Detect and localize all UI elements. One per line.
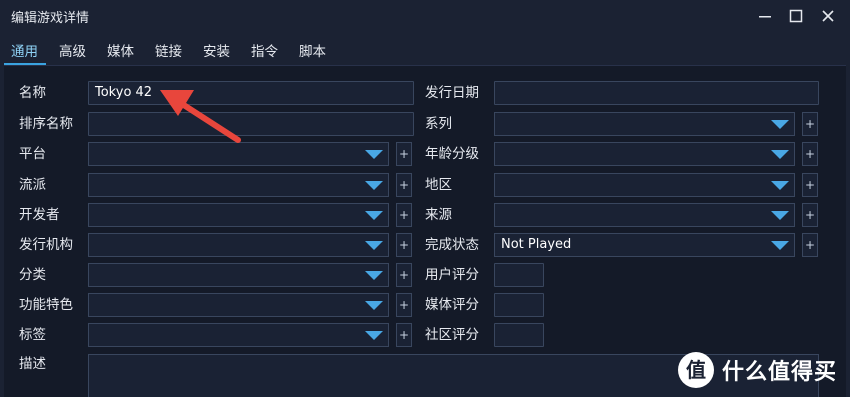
add-category-button[interactable]: + bbox=[396, 263, 412, 287]
chevron-down-icon bbox=[771, 241, 789, 250]
add-region-button[interactable]: + bbox=[802, 173, 818, 197]
source-label: 来源 bbox=[425, 207, 452, 223]
plus-icon: + bbox=[804, 238, 816, 252]
platform-label: 平台 bbox=[19, 146, 46, 162]
add-developer-button[interactable]: + bbox=[396, 203, 412, 227]
age-rating-dropdown[interactable] bbox=[494, 142, 795, 166]
series-label: 系列 bbox=[425, 116, 452, 132]
user-score-label: 用户评分 bbox=[425, 267, 479, 283]
close-button[interactable] bbox=[815, 4, 841, 28]
tab-commands[interactable]: 指令 bbox=[251, 40, 278, 60]
critic-score-input[interactable] bbox=[494, 293, 544, 317]
publisher-label: 发行机构 bbox=[19, 237, 73, 253]
watermark-badge-text: 值 bbox=[686, 358, 706, 382]
tags-label: 标签 bbox=[19, 327, 46, 343]
plus-icon: + bbox=[398, 238, 410, 252]
sort-name-label: 排序名称 bbox=[19, 116, 73, 132]
category-label: 分类 bbox=[19, 267, 46, 283]
chevron-down-icon bbox=[365, 331, 383, 340]
maximize-button[interactable] bbox=[783, 4, 809, 28]
plus-icon: + bbox=[398, 208, 410, 222]
add-series-button[interactable]: + bbox=[802, 112, 818, 136]
plus-icon: + bbox=[398, 328, 410, 342]
description-label: 描述 bbox=[19, 356, 46, 372]
chevron-down-icon bbox=[365, 241, 383, 250]
plus-icon: + bbox=[398, 298, 410, 312]
add-publisher-button[interactable]: + bbox=[396, 233, 412, 257]
source-dropdown[interactable] bbox=[494, 203, 795, 227]
age-rating-label: 年龄分级 bbox=[425, 146, 479, 162]
chevron-down-icon bbox=[365, 301, 383, 310]
name-label: 名称 bbox=[19, 85, 46, 101]
watermark: 值 什么值得买 bbox=[678, 350, 848, 390]
add-genre-button[interactable]: + bbox=[396, 173, 412, 197]
watermark-text: 什么值得买 bbox=[722, 360, 838, 385]
plus-icon: + bbox=[804, 117, 816, 131]
minimize-icon bbox=[759, 16, 771, 18]
chevron-down-icon bbox=[771, 120, 789, 129]
tab-bar: 通用 高级 媒体 链接 安装 指令 脚本 bbox=[0, 36, 850, 65]
chevron-down-icon bbox=[365, 271, 383, 280]
community-score-input[interactable] bbox=[494, 323, 544, 347]
chevron-down-icon bbox=[771, 181, 789, 190]
publisher-dropdown[interactable] bbox=[88, 233, 389, 257]
plus-icon: + bbox=[398, 147, 410, 161]
completion-status-value: Not Played bbox=[501, 237, 572, 252]
plus-icon: + bbox=[804, 178, 816, 192]
title-bar: 编辑游戏详情 bbox=[0, 0, 850, 32]
user-score-input[interactable] bbox=[494, 263, 544, 287]
tab-general[interactable]: 通用 bbox=[11, 40, 38, 60]
developer-dropdown[interactable] bbox=[88, 203, 389, 227]
watermark-logo-icon: 值 bbox=[678, 352, 714, 388]
tab-scripts[interactable]: 脚本 bbox=[299, 40, 326, 60]
sort-name-input[interactable] bbox=[88, 112, 414, 136]
chevron-down-icon bbox=[365, 181, 383, 190]
chevron-down-icon bbox=[365, 211, 383, 220]
maximize-icon bbox=[789, 9, 803, 23]
close-icon bbox=[822, 10, 834, 22]
tags-dropdown[interactable] bbox=[88, 323, 389, 347]
add-feature-button[interactable]: + bbox=[396, 293, 412, 317]
chevron-down-icon bbox=[771, 150, 789, 159]
genre-label: 流派 bbox=[19, 177, 46, 193]
chevron-down-icon bbox=[771, 211, 789, 220]
completion-status-label: 完成状态 bbox=[425, 237, 479, 253]
community-score-label: 社区评分 bbox=[425, 327, 479, 343]
plus-icon: + bbox=[398, 178, 410, 192]
plus-icon: + bbox=[804, 208, 816, 222]
developer-label: 开发者 bbox=[19, 207, 60, 223]
completion-status-dropdown[interactable]: Not Played bbox=[494, 233, 795, 257]
add-completion-status-button[interactable]: + bbox=[802, 233, 818, 257]
region-dropdown[interactable] bbox=[494, 173, 795, 197]
add-tag-button[interactable]: + bbox=[396, 323, 412, 347]
category-dropdown[interactable] bbox=[88, 263, 389, 287]
plus-icon: + bbox=[398, 268, 410, 282]
annotation-arrow-icon bbox=[160, 90, 241, 143]
add-source-button[interactable]: + bbox=[802, 203, 818, 227]
features-label: 功能特色 bbox=[19, 297, 73, 313]
tab-links[interactable]: 链接 bbox=[155, 40, 182, 60]
chevron-down-icon bbox=[365, 150, 383, 159]
tab-advanced[interactable]: 高级 bbox=[59, 40, 86, 60]
name-input[interactable]: Tokyo 42 bbox=[88, 81, 414, 105]
release-date-input[interactable] bbox=[494, 81, 819, 105]
genre-dropdown[interactable] bbox=[88, 173, 389, 197]
release-date-label: 发行日期 bbox=[425, 85, 479, 101]
tab-media[interactable]: 媒体 bbox=[107, 40, 134, 60]
tab-install[interactable]: 安装 bbox=[203, 40, 230, 60]
region-label: 地区 bbox=[425, 177, 452, 193]
plus-icon: + bbox=[804, 147, 816, 161]
critic-score-label: 媒体评分 bbox=[425, 297, 479, 313]
add-platform-button[interactable]: + bbox=[396, 142, 412, 166]
window-title: 编辑游戏详情 bbox=[11, 11, 90, 26]
features-dropdown[interactable] bbox=[88, 293, 389, 317]
add-age-rating-button[interactable]: + bbox=[802, 142, 818, 166]
minimize-button[interactable] bbox=[752, 4, 778, 28]
series-dropdown[interactable] bbox=[494, 112, 795, 136]
